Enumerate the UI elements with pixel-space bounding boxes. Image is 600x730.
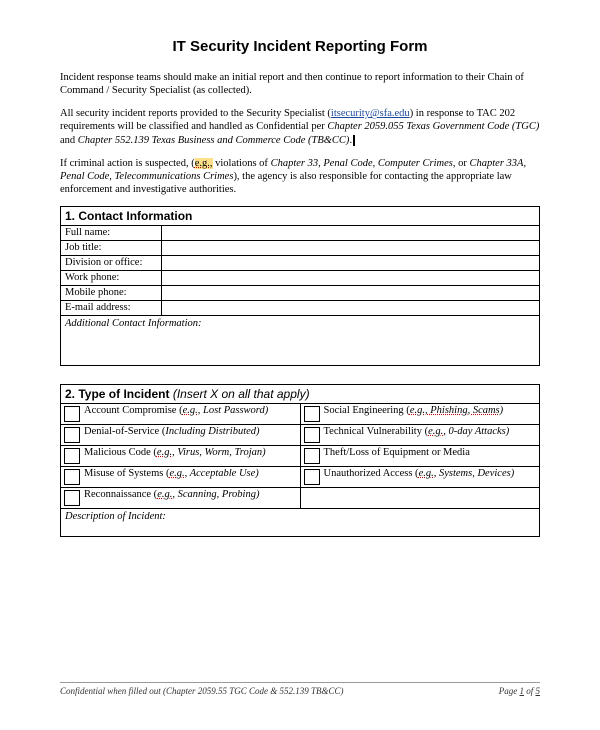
field-row-mobile: Mobile phone: [61, 286, 539, 301]
incident-item: Theft/Loss of Equipment or Media [301, 446, 540, 467]
page-title: IT Security Incident Reporting Form [60, 38, 540, 55]
checkbox[interactable] [64, 469, 80, 485]
checkbox[interactable] [304, 427, 320, 443]
incident-right-column: Social Engineering (e.g., Phishing, Scam… [301, 404, 540, 508]
field-input[interactable] [162, 226, 539, 240]
field-label: Work phone: [61, 271, 162, 285]
incident-label: Technical Vulnerability (e.g., 0-day Att… [324, 425, 540, 439]
text: All security incident reports provided t… [60, 108, 331, 119]
checkbox[interactable] [304, 406, 320, 422]
field-label: Job title: [61, 241, 162, 255]
citation: Chapter 33, Penal Code, Computer Crimes [271, 158, 453, 169]
incident-label: Social Engineering (e.g., Phishing, Scam… [324, 404, 540, 418]
field-row-jobtitle: Job title: [61, 241, 539, 256]
footer-left: Confidential when filled out (Chapter 20… [60, 686, 344, 696]
field-input[interactable] [162, 241, 539, 255]
field-input[interactable] [162, 271, 539, 285]
incident-left-column: Account Compromise (e.g., Lost Password)… [61, 404, 301, 508]
section-1-header: 1. Contact Information [61, 207, 539, 226]
incident-item: Misuse of Systems (e.g., Acceptable Use) [61, 467, 300, 488]
text: and [60, 135, 78, 146]
checkbox[interactable] [64, 406, 80, 422]
intro-paragraph-2: All security incident reports provided t… [60, 107, 540, 146]
intro-paragraph-3: If criminal action is suspected, (e.g., … [60, 157, 540, 196]
incident-item: Account Compromise (e.g., Lost Password) [61, 404, 300, 425]
field-input[interactable] [162, 286, 539, 300]
incident-label: Unauthorized Access (e.g., Systems, Devi… [324, 467, 540, 481]
incident-item: Technical Vulnerability (e.g., 0-day Att… [301, 425, 540, 446]
checkbox[interactable] [64, 427, 80, 443]
text-cursor [353, 135, 355, 146]
field-input[interactable] [162, 256, 539, 270]
field-row-workphone: Work phone: [61, 271, 539, 286]
field-label: Division or office: [61, 256, 162, 270]
section-hint: (Insert X on all that apply) [173, 387, 310, 401]
text: If criminal action is suspected, ( [60, 158, 195, 169]
incident-item: Social Engineering (e.g., Phishing, Scam… [301, 404, 540, 425]
eg-text: e.g., [195, 158, 213, 169]
incident-item: Denial-of-Service (Including Distributed… [61, 425, 300, 446]
incident-label: Denial-of-Service (Including Distributed… [84, 425, 300, 439]
text: , or [453, 158, 470, 169]
section-number: 1. [65, 209, 75, 223]
checkbox[interactable] [64, 490, 80, 506]
incident-label: Misuse of Systems (e.g., Acceptable Use) [84, 467, 300, 481]
checkbox[interactable] [304, 448, 320, 464]
section-2-header: 2. Type of Incident (Insert X on all tha… [61, 385, 539, 404]
incident-label: Account Compromise (e.g., Lost Password) [84, 404, 300, 418]
incident-type-section: 2. Type of Incident (Insert X on all tha… [60, 384, 540, 537]
document-page: IT Security Incident Reporting Form Inci… [0, 0, 600, 537]
field-label: E-mail address: [61, 301, 162, 315]
text: violations of [213, 158, 271, 169]
citation: Chapter 2059.055 Texas Government Code (… [327, 121, 539, 132]
incident-item: Malicious Code (e.g., Virus, Worm, Troja… [61, 446, 300, 467]
page-footer: Confidential when filled out (Chapter 20… [60, 682, 540, 696]
field-label: Full name: [61, 226, 162, 240]
incident-label: Malicious Code (e.g., Virus, Worm, Troja… [84, 446, 300, 460]
additional-contact-label: Additional Contact Information: [61, 316, 539, 365]
empty-cell [301, 488, 540, 504]
intro-paragraph-1: Incident response teams should make an i… [60, 71, 540, 97]
field-input[interactable] [162, 301, 539, 315]
section-title: Type of Incident [78, 387, 169, 401]
field-row-division: Division or office: [61, 256, 539, 271]
text: . [349, 135, 352, 146]
description-label: Description of Incident: [61, 509, 539, 536]
section-title: Contact Information [78, 209, 192, 223]
email-link[interactable]: itsecurity@sfa.edu [331, 108, 410, 119]
field-row-email: E-mail address: [61, 301, 539, 316]
footer-right: Page 1 of 5 [499, 686, 540, 696]
incident-item: Unauthorized Access (e.g., Systems, Devi… [301, 467, 540, 488]
checkbox[interactable] [304, 469, 320, 485]
citation: Chapter 552.139 Texas Business and Comme… [78, 135, 350, 146]
incident-columns: Account Compromise (e.g., Lost Password)… [61, 404, 539, 509]
incident-label: Reconnaissance (e.g., Scanning, Probing) [84, 488, 300, 502]
field-row-fullname: Full name: [61, 226, 539, 241]
incident-label: Theft/Loss of Equipment or Media [324, 446, 540, 460]
checkbox[interactable] [64, 448, 80, 464]
incident-item: Reconnaissance (e.g., Scanning, Probing) [61, 488, 300, 508]
section-number: 2. [65, 387, 75, 401]
contact-info-section: 1. Contact Information Full name: Job ti… [60, 206, 540, 366]
field-label: Mobile phone: [61, 286, 162, 300]
